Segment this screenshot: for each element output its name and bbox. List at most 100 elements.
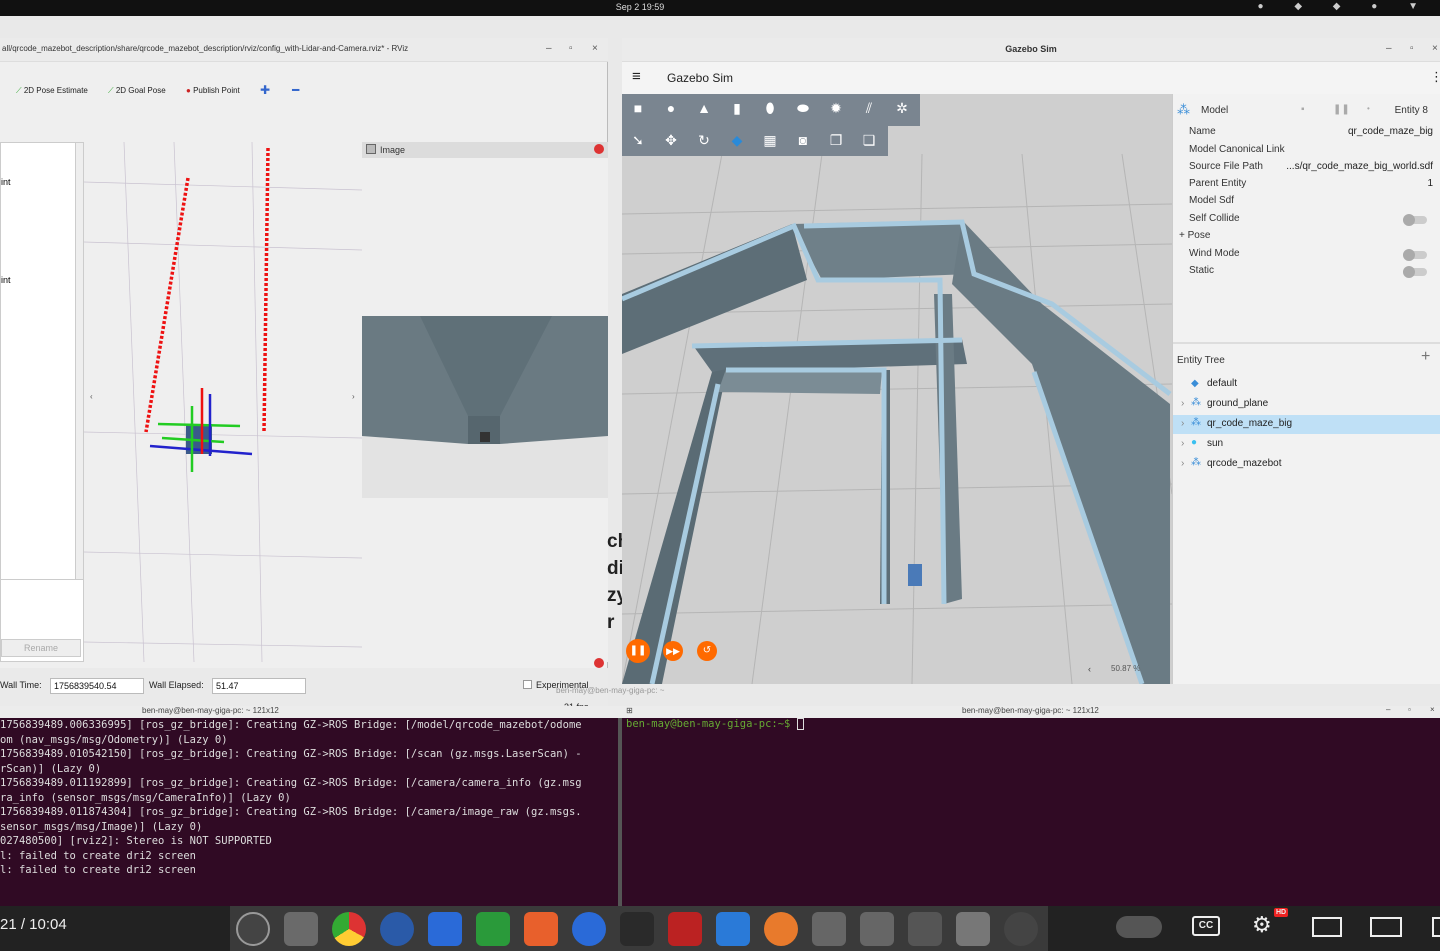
prop-row[interactable]: Source File Path ...s/qr_code_maze_big_wo… — [1189, 161, 1437, 177]
tree-item-qrcode-mazebot[interactable]: › ⁂ qrcode_mazebot — [1173, 455, 1440, 474]
collapse-left-icon[interactable]: ‹ — [90, 392, 93, 401]
spot-light-icon[interactable]: ✲ — [890, 100, 914, 117]
displays-panel[interactable]: int int Rename — [0, 142, 84, 662]
select-icon[interactable]: ➘ — [626, 132, 650, 149]
minimize-icon[interactable]: – — [546, 43, 552, 54]
gazebo-window-title[interactable]: Gazebo Sim — [622, 38, 1440, 62]
prop-row[interactable]: Name qr_code_maze_big — [1189, 126, 1437, 142]
gear-icon[interactable]: ⚙ — [1252, 912, 1272, 938]
maximize-icon[interactable]: ▫ — [1410, 43, 1414, 54]
grid-icon[interactable]: ▦ — [758, 132, 782, 149]
experimental-checkbox[interactable] — [523, 680, 532, 689]
step-button[interactable]: ▶▶ — [663, 641, 683, 661]
remove-tool-icon[interactable]: ━ — [292, 83, 299, 97]
directional-light-icon[interactable]: ⫽ — [857, 100, 881, 117]
terminal-app-icon[interactable] — [620, 912, 654, 946]
tree-item-sun[interactable]: › ● sun — [1173, 435, 1440, 454]
thunderbird-icon[interactable] — [380, 912, 414, 946]
autoplay-toggle[interactable] — [1116, 916, 1162, 938]
display-item[interactable]: int — [1, 177, 11, 187]
prop-row[interactable]: Model Canonical Link — [1189, 144, 1437, 160]
add-tool-icon[interactable]: ✚ — [260, 83, 270, 97]
minimize-icon[interactable]: – — [1386, 705, 1390, 714]
panel-divider[interactable] — [1173, 342, 1440, 344]
translate-icon[interactable]: ✥ — [659, 132, 683, 149]
rviz-title[interactable]: all/qrcode_mazebot_description/share/qrc… — [0, 38, 608, 62]
rotate-icon[interactable]: ↻ — [692, 132, 716, 149]
chevron-right-icon[interactable]: › — [1181, 418, 1184, 429]
pause-updates-icon[interactable]: ❚❚ — [1333, 104, 1350, 115]
theater-mode-icon[interactable] — [1370, 917, 1402, 937]
cone-icon[interactable]: ▲ — [692, 100, 716, 116]
right-terminal[interactable]: ben-may@ben-may-giga-pc:~$ — [622, 718, 1440, 906]
system-tray-icons[interactable]: ● ◆ ◆ ● ▼ — [1258, 1, 1432, 12]
chevron-right-icon[interactable]: › — [1181, 438, 1184, 449]
lock-icon[interactable]: ▪ — [1301, 104, 1305, 115]
maximize-icon[interactable]: ▫ — [569, 43, 573, 54]
app-icon[interactable] — [668, 912, 702, 946]
chevron-right-icon[interactable]: › — [1181, 458, 1184, 469]
wall-time-field[interactable]: 1756839540.54 — [50, 678, 144, 694]
close-icon[interactable]: × — [1432, 43, 1438, 54]
pose-estimate-tool[interactable]: ⟋ 2D Pose Estimate — [16, 86, 88, 96]
disk-icon[interactable] — [908, 912, 942, 946]
pose-row[interactable]: + Pose — [1179, 230, 1427, 246]
gazebo-app-icon[interactable] — [812, 912, 846, 946]
box-icon[interactable]: ■ — [626, 100, 650, 116]
maximize-icon[interactable]: ▫ — [1408, 705, 1411, 714]
scrollbar[interactable] — [75, 143, 83, 579]
paste-icon[interactable]: ❏ — [857, 132, 881, 149]
wind-mode-toggle[interactable] — [1403, 249, 1427, 261]
right-terminal-title[interactable]: ben-may@ben-may-giga-pc: ~ 121x12 — [962, 706, 1099, 715]
camera-icon[interactable]: ◙ — [791, 132, 815, 148]
publish-point-tool[interactable]: ● Publish Point — [186, 86, 240, 95]
miniplayer-icon[interactable] — [1312, 917, 1342, 937]
3d-scene[interactable]: ■ ● ▲ ▮ ⬮ ⬬ ✹ ⫽ ✲ ➘ ✥ ↻ ◆ ▦ ◙ ❐ ❏ ❚❚ ▶▶ … — [622, 94, 1172, 684]
tree-item-default[interactable]: ◆ default — [1173, 375, 1440, 394]
rviz-app-icon[interactable] — [860, 912, 894, 946]
left-terminal-output[interactable]: 1756839489.006336995] [ros_gz_bridge]: C… — [0, 718, 618, 906]
close-icon[interactable]: × — [592, 43, 598, 54]
clock[interactable]: Sep 2 19:59 — [0, 2, 1280, 12]
self-collide-toggle[interactable] — [1403, 214, 1427, 226]
close-icon[interactable]: × — [1430, 705, 1435, 714]
ellipsoid-icon[interactable]: ⬬ — [791, 100, 815, 117]
captions-button[interactable]: CC — [1192, 916, 1220, 936]
split-icon[interactable]: ⊞ — [626, 706, 633, 715]
tree-item-ground-plane[interactable]: › ⁂ ground_plane — [1173, 395, 1440, 414]
trash-icon[interactable] — [956, 912, 990, 946]
tree-item-qr-code-maze-big[interactable]: › ⁂ qr_code_maze_big — [1173, 415, 1440, 434]
collapse-right-icon[interactable]: › — [352, 392, 355, 401]
hamburger-menu-icon[interactable]: ≡ — [632, 68, 641, 85]
rename-button[interactable]: Rename — [1, 639, 81, 657]
sphere-icon[interactable]: ● — [659, 100, 683, 116]
software-center-icon[interactable] — [524, 912, 558, 946]
chrome-icon[interactable] — [332, 912, 366, 946]
more-options-icon[interactable]: ⋮ — [1430, 69, 1440, 85]
goal-pose-tool[interactable]: ⟋ 2D Goal Pose — [108, 86, 166, 96]
wall-elapsed-field[interactable]: 51.47 — [212, 678, 306, 694]
copy-icon[interactable]: ❐ — [824, 132, 848, 149]
calc-icon[interactable] — [476, 912, 510, 946]
point-light-icon[interactable]: ✹ — [824, 100, 848, 117]
settings-app-icon[interactable] — [236, 912, 270, 946]
pause-button[interactable]: ❚❚ — [626, 639, 650, 663]
snap-icon[interactable]: ◆ — [725, 132, 749, 149]
prop-row[interactable]: Model Sdf — [1189, 195, 1437, 211]
help-icon[interactable] — [572, 912, 606, 946]
chevron-right-icon[interactable]: › — [1181, 398, 1184, 409]
static-toggle[interactable] — [1403, 266, 1427, 278]
minimize-icon[interactable]: – — [1386, 43, 1392, 54]
files-icon[interactable] — [284, 912, 318, 946]
image-panel-close-icon[interactable] — [594, 144, 604, 154]
writer-icon[interactable] — [428, 912, 462, 946]
left-terminal-title[interactable]: ben-may@ben-may-giga-pc: ~ 121x12 — [142, 706, 279, 715]
time-panel-close-icon[interactable] — [594, 658, 604, 668]
display-item[interactable]: int — [1, 275, 11, 285]
ubuntu-apps-icon[interactable] — [1004, 912, 1038, 946]
expand-stats-icon[interactable]: ‹ — [1088, 664, 1091, 674]
prop-row[interactable]: Parent Entity 1 — [1189, 178, 1437, 194]
capsule-icon[interactable]: ⬮ — [758, 100, 782, 117]
add-entity-icon[interactable]: + — [1421, 348, 1430, 366]
vscode-icon[interactable] — [716, 912, 750, 946]
